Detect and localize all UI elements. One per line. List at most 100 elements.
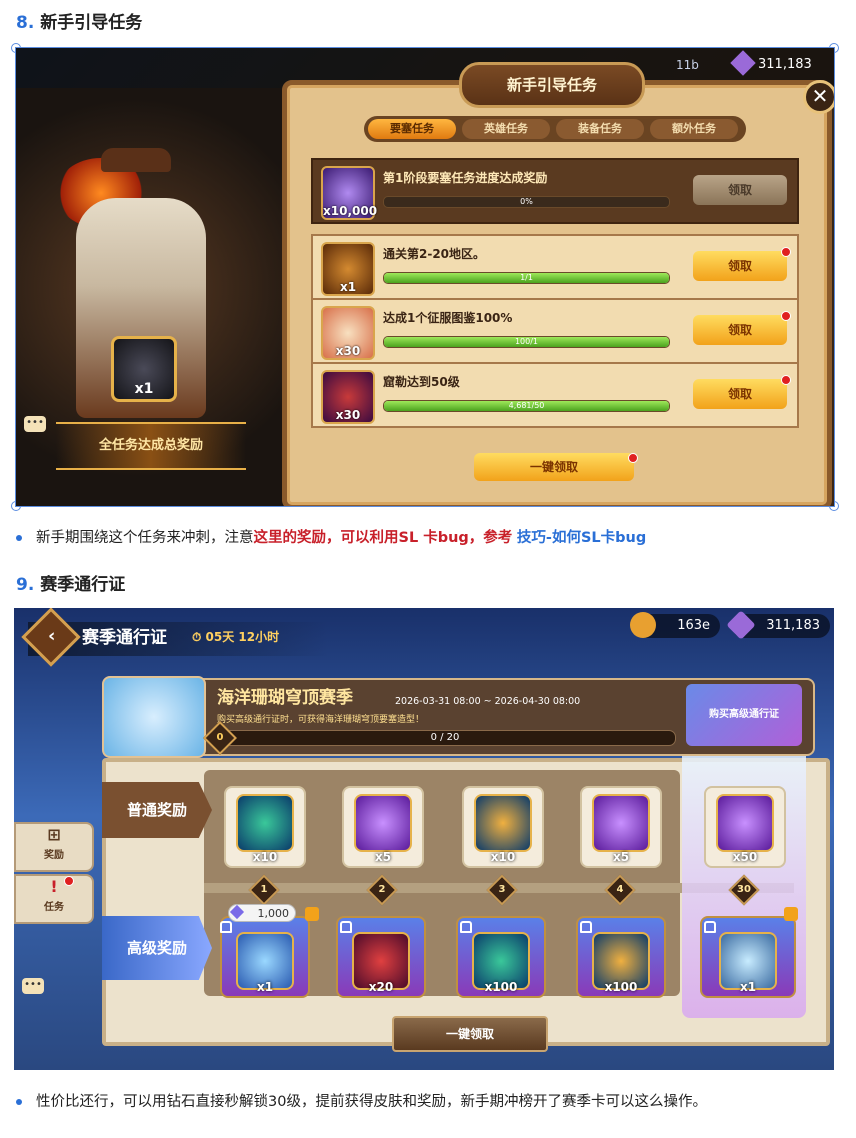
- notification-dot: [628, 453, 638, 463]
- chat-icon[interactable]: •••: [24, 416, 46, 432]
- level-number: 2: [378, 884, 386, 895]
- free-reward-card[interactable]: x10: [462, 786, 544, 868]
- item-count: x1: [134, 381, 154, 397]
- progress-bar: 4,681/50: [383, 400, 670, 412]
- section-number: 9.: [16, 575, 35, 595]
- free-reward-card[interactable]: x5: [342, 786, 424, 868]
- free-reward-card[interactable]: x10: [224, 786, 306, 868]
- back-button[interactable]: ‹: [21, 608, 81, 667]
- season-fortress-image: [102, 676, 206, 758]
- progress-label: 0 / 20: [430, 732, 460, 743]
- tab-extra[interactable]: 额外任务: [650, 119, 738, 139]
- buy-premium-pass-button[interactable]: 购买高级通行证: [686, 684, 802, 746]
- close-icon[interactable]: ✕: [803, 80, 834, 114]
- bullet-dot: [16, 1099, 22, 1105]
- top-resource-small: 11b: [676, 58, 699, 72]
- progress-label: 100/1: [514, 337, 539, 346]
- task-tabs: 要塞任务 英雄任务 装备任务 额外任务: [364, 116, 746, 142]
- row-title: 第1阶段要塞任务进度达成奖励: [383, 171, 548, 185]
- free-reward-card[interactable]: x5: [580, 786, 662, 868]
- tab-hero[interactable]: 英雄任务: [462, 119, 550, 139]
- item-count: x1: [339, 280, 357, 294]
- coin-icon: [630, 612, 656, 638]
- sidebar-reward-button[interactable]: ⊞ 奖励: [14, 822, 94, 872]
- free-reward-card[interactable]: x50: [704, 786, 786, 868]
- progress-bar: 100/1: [383, 336, 670, 348]
- currency-value: 311,183: [766, 618, 820, 633]
- lock-icon: [580, 921, 592, 933]
- premium-reward-label: 高级奖励: [102, 916, 212, 980]
- reward-count: x5: [612, 850, 630, 864]
- item-count: x30: [335, 408, 361, 422]
- lock-icon: [460, 921, 472, 933]
- reward-count: x1: [739, 980, 757, 994]
- rune-icon: [354, 794, 412, 852]
- claim-all-button[interactable]: 一键领取: [392, 1016, 548, 1052]
- currency-value: 163e: [677, 618, 710, 633]
- section-9-note: 性价比还行，可以用钻石直接秒解锁30级，提前获得皮肤和奖励，新手期冲榜开了赛季卡…: [16, 1090, 707, 1111]
- mystery-scroll-icon: x1: [321, 242, 375, 296]
- section-title: 赛季通行证: [40, 575, 126, 595]
- hero-hat-image: [101, 148, 171, 172]
- task-row: x30 达成1个征服图鉴100% 100/1 领取: [311, 298, 799, 364]
- currency-b: 311,183: [726, 610, 830, 640]
- claim-button[interactable]: 领取: [693, 251, 787, 281]
- bullet-dot: [16, 535, 22, 541]
- reward-count: x100: [484, 980, 518, 994]
- timer-text: 05天 12小时: [205, 630, 280, 644]
- reward-count: x5: [374, 850, 392, 864]
- currency-a: 163e: [630, 612, 720, 638]
- claim-button[interactable]: 领取: [693, 175, 787, 205]
- sidebar-task-button[interactable]: ! 任务: [14, 874, 94, 924]
- chevron-left-icon: ‹: [47, 625, 56, 647]
- sidebar-label: 奖励: [44, 850, 64, 861]
- page-title: 赛季通行证: [82, 628, 167, 648]
- panel-title: 新手引导任务: [459, 62, 645, 108]
- reward-icon: ⊞: [47, 825, 61, 844]
- claim-all-button[interactable]: 一键领取: [474, 453, 634, 481]
- note-text: 性价比还行，可以用钻石直接秒解锁30级，提前获得皮肤和奖励，新手期冲榜开了赛季卡…: [36, 1094, 707, 1110]
- chat-icon[interactable]: •••: [22, 978, 44, 994]
- section-8-note: 新手期围绕这个任务来冲刺，注意这里的奖励，可以利用SL 卡bug，参考 技巧-如…: [16, 526, 646, 547]
- all-reward-item-icon[interactable]: x1: [111, 336, 177, 402]
- novice-task-screenshot: 11b 311,183 x1 全任务达成总奖励 ••• 新手引导任务 ✕ 要塞任…: [15, 47, 835, 507]
- level-number: 1: [260, 884, 268, 895]
- season-timer: ⏱ 05天 12小时: [192, 630, 280, 644]
- level-number: 4: [616, 884, 624, 895]
- reward-count: x50: [732, 850, 758, 864]
- notification-dot: [781, 375, 791, 385]
- lock-icon: [704, 921, 716, 933]
- level-number: 3: [498, 884, 506, 895]
- stage-reward-row: x10,000 第1阶段要塞任务进度达成奖励 0% 领取: [311, 158, 799, 224]
- reward-count: x10: [490, 850, 516, 864]
- reward-count: x1: [256, 980, 274, 994]
- progress-label: 0%: [520, 197, 533, 206]
- season-pass-screenshot: ‹ 赛季通行证 ⏱ 05天 12小时 163e 311,183 海洋珊瑚穹顶赛季…: [14, 608, 834, 1070]
- task-title: 通关第2-20地区。: [383, 247, 486, 261]
- level-number: 30: [737, 884, 751, 895]
- section-number: 8.: [16, 13, 35, 33]
- task-title: 窟勒达到50级: [383, 375, 460, 389]
- progress-label: 4,681/50: [508, 401, 545, 410]
- reward-count: x10: [252, 850, 278, 864]
- section-8-heading: 8. 新手引导任务: [16, 8, 142, 33]
- cake-icon: x30: [321, 306, 375, 360]
- diamond-reward-icon: x10,000: [321, 166, 377, 220]
- progress-bar: 1/1: [383, 272, 670, 284]
- item-count: x30: [335, 344, 361, 358]
- tip-link[interactable]: 技巧-如何SL卡bug: [517, 530, 646, 546]
- section-title: 新手引导任务: [40, 13, 143, 33]
- reward-count: x100: [604, 980, 638, 994]
- rune-icon: [716, 794, 774, 852]
- all-task-reward-label: 全任务达成总奖励: [56, 422, 246, 470]
- claim-button[interactable]: 领取: [693, 315, 787, 345]
- tab-fortress[interactable]: 要塞任务: [368, 119, 456, 139]
- magnify-icon[interactable]: [305, 907, 319, 921]
- premium-reward-card[interactable]: x1: [220, 916, 310, 998]
- tab-equipment[interactable]: 装备任务: [556, 119, 644, 139]
- notification-dot: [64, 876, 74, 886]
- magnify-icon[interactable]: [784, 907, 798, 921]
- section-9-heading: 9. 赛季通行证: [16, 570, 125, 595]
- diamond-icon: [726, 610, 756, 640]
- claim-button[interactable]: 领取: [693, 379, 787, 409]
